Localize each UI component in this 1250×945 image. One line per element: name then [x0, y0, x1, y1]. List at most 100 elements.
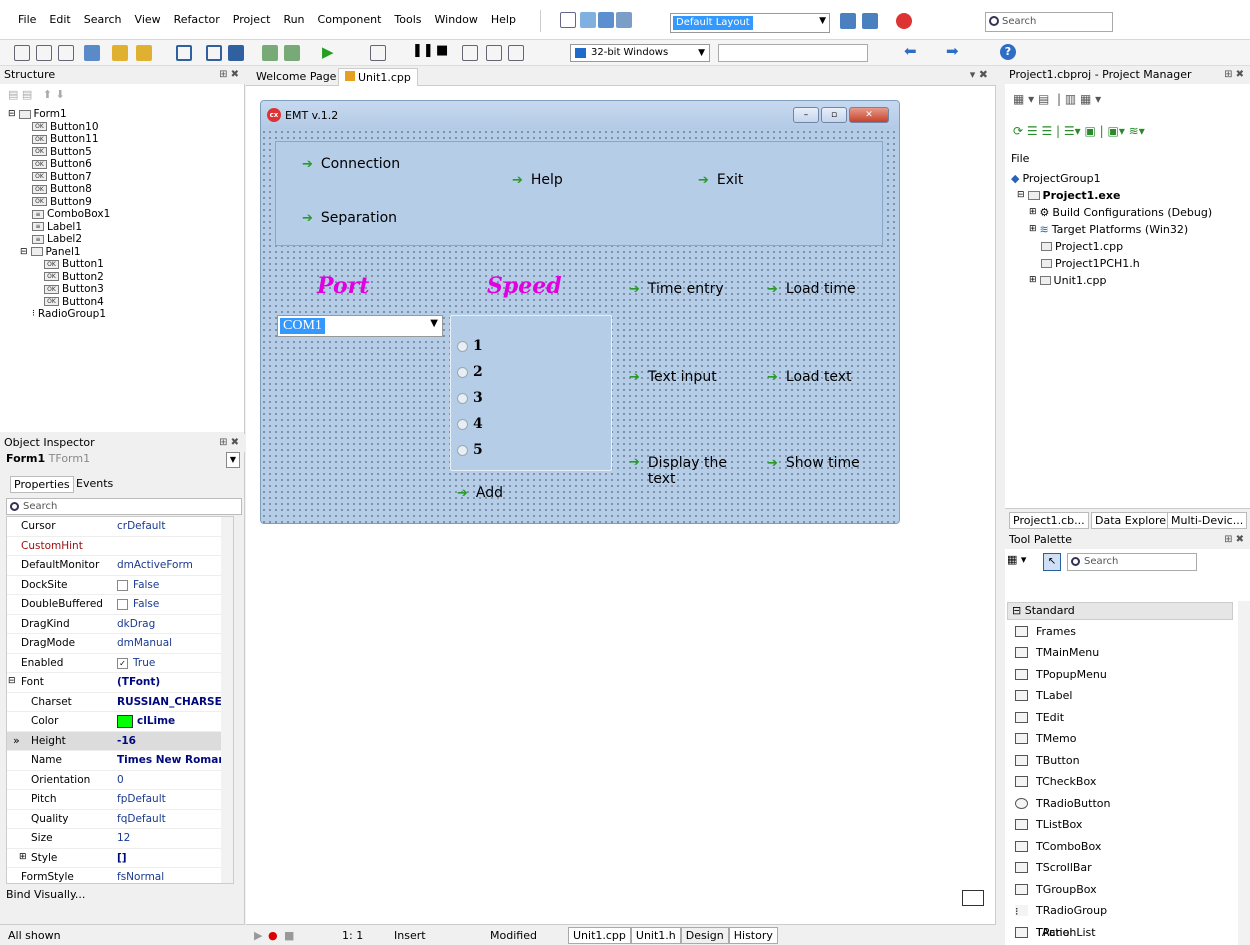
palette-item-actionlist[interactable]: TActionList	[1015, 926, 1096, 939]
stop-icon[interactable]: ■	[436, 43, 448, 58]
tab-multi-device[interactable]: Multi-Devic...	[1167, 512, 1248, 529]
palette-item[interactable]: TListBox	[1015, 818, 1082, 831]
menu-file[interactable]: File	[18, 13, 36, 26]
radio-5[interactable]: 5	[457, 442, 483, 458]
radio-3[interactable]: 3	[457, 390, 483, 406]
save-all-icon[interactable]	[206, 45, 222, 61]
prop-row[interactable]: Color clLime	[7, 712, 233, 732]
layout-combo[interactable]: Default Layout ▼	[670, 13, 830, 33]
tree-item[interactable]: ⊟ Panel1	[8, 246, 110, 259]
tree-item[interactable]: OK Button11	[8, 133, 110, 146]
stop-macro-icon[interactable]: ■	[284, 929, 294, 942]
menu-window[interactable]: Window	[435, 13, 478, 26]
prop-row[interactable]: DockSite False	[7, 576, 233, 595]
tree-item[interactable]: OK Button8	[8, 183, 110, 196]
port-combo[interactable]: COM1 ▼	[277, 315, 443, 337]
help-button[interactable]: ➔ Help	[512, 172, 563, 188]
prop-row[interactable]: ⊟ Font (TFont)	[7, 673, 233, 693]
close-icon[interactable]: ✕	[849, 107, 889, 123]
menu-run[interactable]: Run	[283, 13, 304, 26]
palette-search-input[interactable]: Search	[1067, 553, 1197, 571]
open-project-icon[interactable]	[84, 45, 100, 61]
load-text-button[interactable]: ➔ Load text	[767, 369, 852, 385]
add-file-icon[interactable]	[262, 45, 278, 61]
menu-project[interactable]: Project	[233, 13, 271, 26]
tree-item[interactable]: OK Button10	[8, 121, 110, 134]
tree-item[interactable]: OK Button4	[8, 296, 110, 309]
prop-row[interactable]: FormStyle fsNormal	[7, 868, 233, 883]
prop-row[interactable]: ⊞ Style[]	[7, 849, 233, 868]
designer-form[interactable]: cx EMT v.1.2 – ▫ ✕ ➔ Connection ➔ Separati…	[260, 100, 900, 524]
prop-row[interactable]: DragKind dkDrag	[7, 615, 233, 634]
mail-icon[interactable]	[560, 12, 576, 28]
open-icon[interactable]	[112, 45, 128, 61]
calendar-icon[interactable]	[580, 12, 596, 28]
pointer-icon[interactable]: ↖	[1043, 553, 1061, 571]
connection-button[interactable]: ➔ Connection	[302, 156, 400, 172]
property-grid[interactable]: Cursor crDefault CustomHint DefaultMonito…	[6, 516, 234, 884]
palette-item[interactable]: TPopupMenu	[1015, 668, 1107, 681]
scrollbar[interactable]	[1238, 601, 1250, 945]
tab-design[interactable]: Design	[680, 927, 729, 944]
separation-button[interactable]: ➔ Separation	[302, 210, 397, 226]
pin-icon[interactable]: ⊞ ✖	[1224, 66, 1244, 84]
palette-item[interactable]: TMainMenu	[1015, 646, 1099, 659]
tab-unit1-cpp-bottom[interactable]: Unit1.cpp	[568, 927, 631, 944]
tree-item[interactable]: OK Button3	[8, 283, 110, 296]
prop-row[interactable]: CustomHint	[7, 537, 233, 556]
prop-row[interactable]: Quality fqDefault	[7, 810, 233, 829]
embarcadero-logo-icon[interactable]	[896, 13, 912, 29]
prop-row[interactable]: DefaultMonitor dmActiveForm	[7, 556, 233, 576]
object-selector[interactable]: Form1 TForm1 ▼	[6, 452, 242, 470]
run-icon[interactable]: ▶	[322, 43, 334, 61]
category-standard[interactable]: ⊟ Standard	[1007, 602, 1233, 620]
close-tab-icon[interactable]: ▾ ✖	[970, 68, 988, 81]
radio-1[interactable]: 1	[457, 338, 483, 354]
run-without-debug-icon[interactable]	[370, 45, 386, 61]
trace-into-icon[interactable]	[486, 45, 502, 61]
tree-item[interactable]: ⁝ RadioGroup1	[8, 308, 110, 321]
ide-search-input[interactable]: Search	[985, 12, 1113, 32]
remove-file-icon[interactable]	[284, 45, 300, 61]
menu-view[interactable]: View	[135, 13, 161, 26]
new-unit-icon[interactable]	[58, 45, 74, 61]
palette-item[interactable]: TLabel	[1015, 689, 1072, 702]
add-button[interactable]: ➔ Add	[457, 485, 503, 501]
palette-item[interactable]: ⁝ TRadioGroup	[1015, 904, 1107, 918]
pm-target-platforms[interactable]: ⊞ ≋ Target Platforms (Win32)	[1011, 221, 1212, 238]
text-input-button[interactable]: ➔ Text input	[629, 369, 717, 385]
collapse-icon[interactable]: ⊟	[8, 676, 16, 686]
menu-edit[interactable]: Edit	[49, 13, 70, 26]
form-preview-icon[interactable]	[962, 890, 984, 906]
tab-history[interactable]: History	[728, 927, 778, 944]
menu-search[interactable]: Search	[84, 13, 122, 26]
pm-group[interactable]: ◆ ProjectGroup1	[1011, 170, 1212, 187]
tree-item[interactable]: OK Button1	[8, 258, 110, 271]
pm-file[interactable]: Project1PCH1.h	[1011, 255, 1212, 272]
tab-unit1-cpp[interactable]: Unit1.cpp	[338, 68, 418, 86]
new-form-icon[interactable]	[36, 45, 52, 61]
tree-item[interactable]: OK Button5	[8, 146, 110, 159]
back-icon[interactable]: ⬅	[904, 42, 917, 60]
pin-icon[interactable]: ⊞ ✖	[1224, 531, 1244, 549]
prop-row[interactable]: Cursor crDefault	[7, 517, 233, 537]
display-text-button[interactable]: ➔ Display the text	[629, 455, 749, 487]
palette-menu-icon[interactable]: ▦ ▾	[1007, 553, 1041, 571]
chevron-down-icon[interactable]: ▼	[226, 452, 240, 468]
tree-item[interactable]: OK Button7	[8, 171, 110, 184]
menu-component[interactable]: Component	[318, 13, 382, 26]
chat-icon[interactable]	[598, 12, 614, 28]
tree-item[interactable]: ≡ ComboBox1	[8, 208, 110, 221]
checkbox[interactable]	[117, 579, 128, 591]
config-combo[interactable]	[718, 44, 868, 62]
save-layout-icon[interactable]	[840, 13, 856, 29]
load-time-button[interactable]: ➔ Load time	[767, 281, 856, 297]
radio-2[interactable]: 2	[457, 364, 483, 380]
pin-icon[interactable]: ⊞ ✖	[219, 434, 239, 452]
show-time-button[interactable]: ➔ Show time	[767, 455, 860, 471]
tab-unit1-h[interactable]: Unit1.h	[630, 927, 681, 944]
platform-select[interactable]: 32-bit Windows ▼	[570, 44, 710, 62]
palette-item[interactable]: TRadioButton	[1015, 797, 1110, 810]
tab-project[interactable]: Project1.cb...	[1009, 512, 1089, 529]
tab-welcome-page[interactable]: Welcome Page	[250, 68, 342, 86]
